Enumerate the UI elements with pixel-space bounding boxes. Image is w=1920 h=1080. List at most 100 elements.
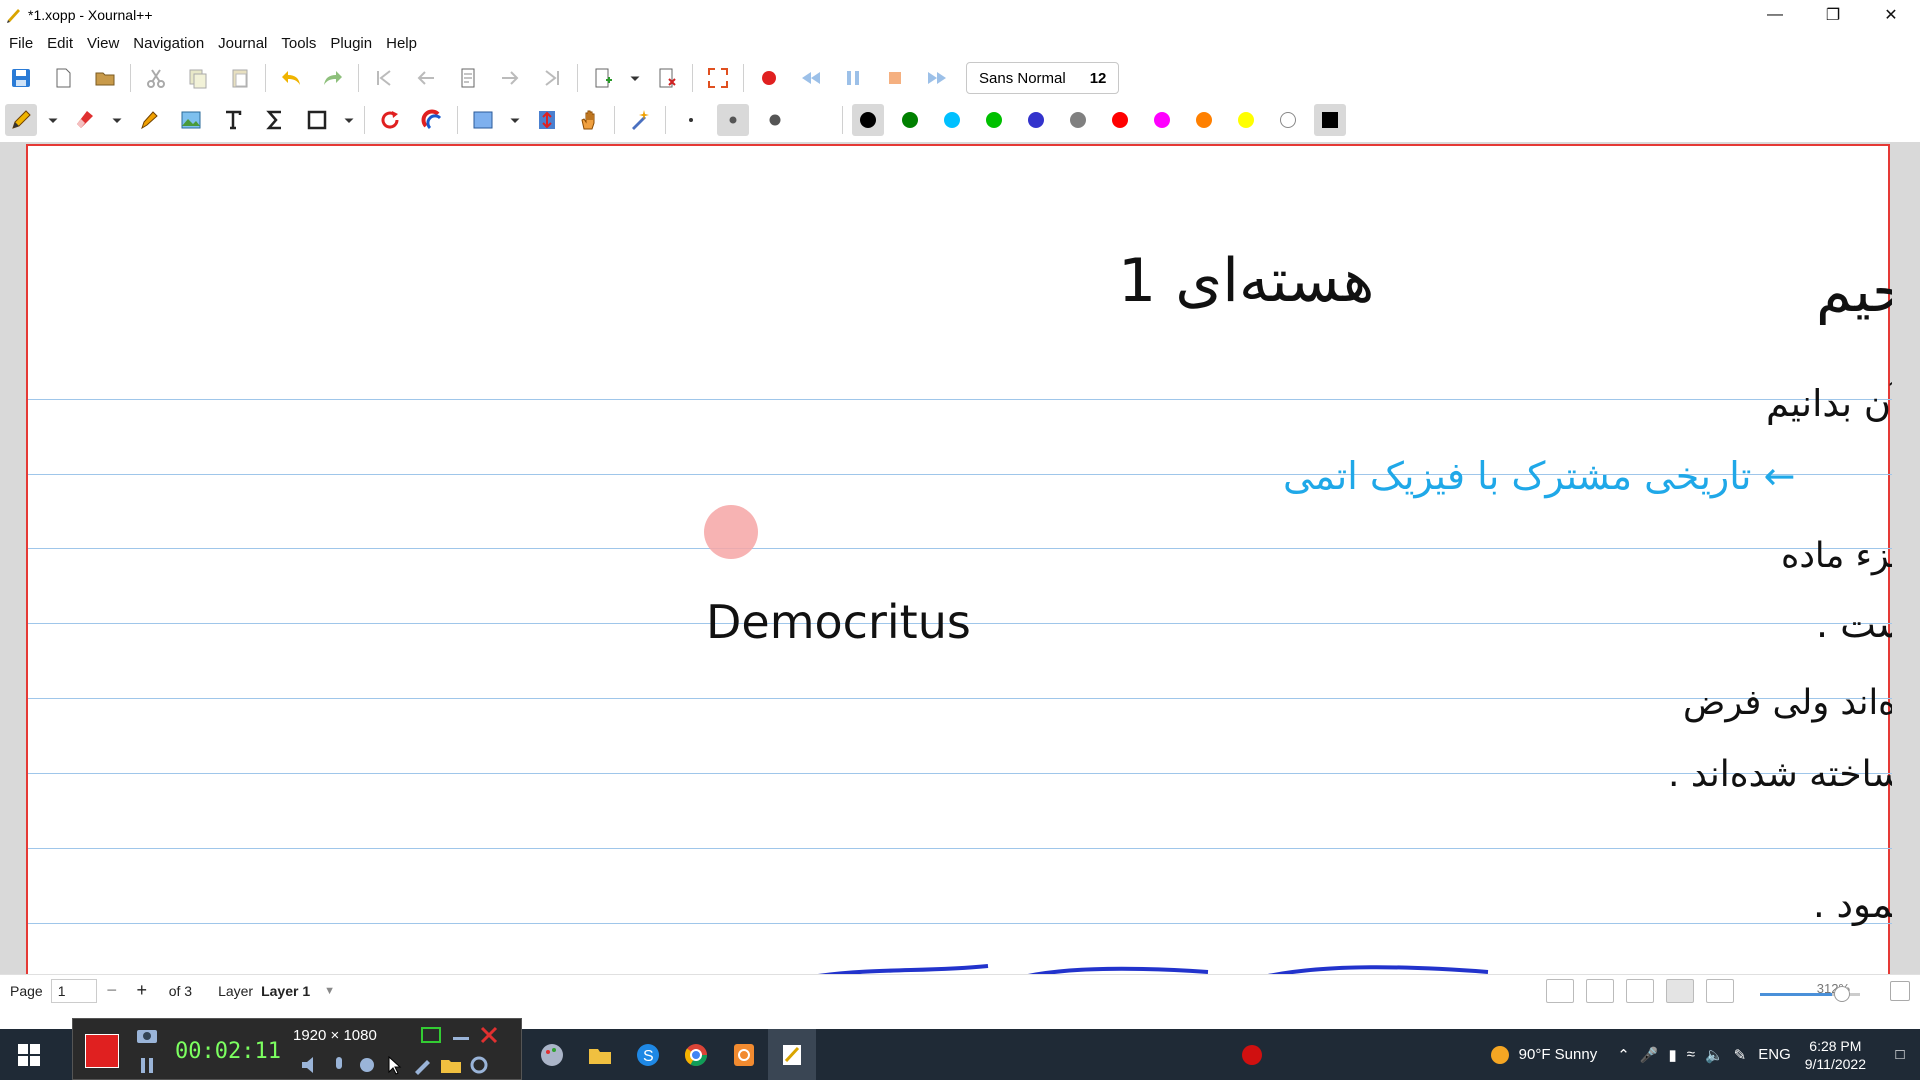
- two-page-view-button[interactable]: [1546, 979, 1574, 1003]
- color-orange-button[interactable]: [1188, 104, 1220, 136]
- color-yellow-button[interactable]: [1230, 104, 1262, 136]
- size-medium-button[interactable]: [717, 104, 749, 136]
- fast-forward-button[interactable]: [921, 62, 953, 94]
- page-increment-button[interactable]: +: [127, 980, 157, 1001]
- pause-icon[interactable]: [135, 1055, 159, 1075]
- mouse-cursor-icon[interactable]: [383, 1055, 407, 1075]
- open-button[interactable]: [89, 62, 121, 94]
- record-stop-button[interactable]: [85, 1034, 119, 1068]
- language-indicator[interactable]: ENG: [1758, 1046, 1791, 1063]
- page-decrement-button[interactable]: −: [97, 980, 127, 1001]
- record-button[interactable]: [753, 62, 785, 94]
- taskbar-xournal[interactable]: [768, 1029, 816, 1080]
- new-document-button[interactable]: [47, 62, 79, 94]
- zoom-out-button[interactable]: [1626, 979, 1654, 1003]
- size-fine-button[interactable]: [675, 104, 707, 136]
- recorder-close-icon[interactable]: [477, 1025, 501, 1045]
- shape-dropdown[interactable]: [340, 104, 358, 136]
- next-page-button[interactable]: [494, 62, 526, 94]
- chevron-up-icon[interactable]: ⌃: [1617, 1046, 1630, 1064]
- highlighter-tool-button[interactable]: [133, 104, 165, 136]
- color-black-button[interactable]: [852, 104, 884, 136]
- menu-tools[interactable]: Tools: [274, 35, 323, 52]
- color-lightblue-button[interactable]: [936, 104, 968, 136]
- webcam-icon[interactable]: [355, 1055, 379, 1075]
- wifi-icon[interactable]: ≈: [1687, 1046, 1695, 1063]
- font-selector[interactable]: Sans Normal 12: [966, 62, 1120, 94]
- color-green-button[interactable]: [894, 104, 926, 136]
- select-dropdown[interactable]: [506, 104, 524, 136]
- insert-page-button[interactable]: [587, 62, 619, 94]
- close-button[interactable]: ✕: [1862, 0, 1920, 30]
- select-rect-button[interactable]: [467, 104, 499, 136]
- color-lightgreen-button[interactable]: [978, 104, 1010, 136]
- magnet-button[interactable]: [416, 104, 448, 136]
- microphone-icon[interactable]: 🎤: [1640, 1046, 1659, 1064]
- shape-recognizer-button[interactable]: [374, 104, 406, 136]
- pen-workspace-icon[interactable]: ✎: [1734, 1046, 1747, 1064]
- latex-tool-button[interactable]: [259, 104, 291, 136]
- pause-button[interactable]: [837, 62, 869, 94]
- page[interactable]: بسم الله الرحمن الرحیم هسته‌ای 1 * برای …: [26, 144, 1892, 974]
- color-blue-button[interactable]: [1020, 104, 1052, 136]
- menu-plugin[interactable]: Plugin: [323, 35, 379, 52]
- taskbar-pdf-app[interactable]: [720, 1029, 768, 1080]
- stop-button[interactable]: [879, 62, 911, 94]
- minimize-button[interactable]: —: [1746, 0, 1804, 30]
- default-tool-button[interactable]: [624, 104, 656, 136]
- brush-icon[interactable]: [411, 1055, 435, 1075]
- cut-button[interactable]: [140, 62, 172, 94]
- vertical-space-button[interactable]: [531, 104, 563, 136]
- color-magenta-button[interactable]: [1146, 104, 1178, 136]
- undo-button[interactable]: [275, 62, 307, 94]
- zoom-fit-button[interactable]: [1666, 979, 1694, 1003]
- save-button[interactable]: [5, 62, 37, 94]
- zoom-in-button[interactable]: [1890, 981, 1910, 1001]
- taskbar-app-1[interactable]: [528, 1029, 576, 1080]
- eraser-dropdown[interactable]: [108, 104, 126, 136]
- goto-page-button[interactable]: [452, 62, 484, 94]
- restore-button[interactable]: ❐: [1804, 0, 1862, 30]
- menu-edit[interactable]: Edit: [40, 35, 80, 52]
- canvas-area[interactable]: بسم الله الرحمن الرحیم هسته‌ای 1 * برای …: [0, 142, 1920, 974]
- layer-selector[interactable]: Layer 1: [261, 983, 310, 999]
- fill-toggle-button[interactable]: [801, 104, 833, 136]
- recorder-minimize-icon[interactable]: [449, 1025, 473, 1045]
- pen-dropdown[interactable]: [44, 104, 62, 136]
- menu-file[interactable]: File: [2, 35, 40, 52]
- taskbar-chrome[interactable]: [672, 1029, 720, 1080]
- color-white-button[interactable]: [1272, 104, 1304, 136]
- settings-gear-icon[interactable]: [467, 1055, 491, 1075]
- taskbar-app-s[interactable]: S: [624, 1029, 672, 1080]
- speaker-icon[interactable]: 🔈: [1705, 1046, 1724, 1064]
- image-tool-button[interactable]: [175, 104, 207, 136]
- shape-tool-button[interactable]: [301, 104, 333, 136]
- copy-button[interactable]: [182, 62, 214, 94]
- region-icon[interactable]: [419, 1025, 443, 1045]
- menu-navigation[interactable]: Navigation: [126, 35, 211, 52]
- insert-page-dropdown[interactable]: [626, 62, 644, 94]
- fullscreen-button[interactable]: [702, 62, 734, 94]
- weather-text[interactable]: 90°F Sunny: [1519, 1046, 1598, 1063]
- microphone-icon[interactable]: [327, 1055, 351, 1075]
- layer-dropdown-icon[interactable]: ▼: [324, 985, 335, 997]
- last-page-button[interactable]: [536, 62, 568, 94]
- menu-view[interactable]: View: [80, 35, 126, 52]
- menu-help[interactable]: Help: [379, 35, 424, 52]
- size-thick-button[interactable]: [759, 104, 791, 136]
- battery-icon[interactable]: ▮: [1668, 1046, 1676, 1064]
- presentation-mode-button[interactable]: [1586, 979, 1614, 1003]
- redo-button[interactable]: [317, 62, 349, 94]
- camera-icon[interactable]: [135, 1025, 159, 1045]
- clock[interactable]: 6:28 PM 9/11/2022: [1805, 1037, 1866, 1073]
- notification-icon[interactable]: □: [1880, 1046, 1920, 1063]
- eraser-tool-button[interactable]: [69, 104, 101, 136]
- rewind-button[interactable]: [795, 62, 827, 94]
- first-page-button[interactable]: [368, 62, 400, 94]
- speaker-icon[interactable]: [299, 1055, 323, 1075]
- paste-button[interactable]: [224, 62, 256, 94]
- pen-tool-button[interactable]: [5, 104, 37, 136]
- color-gray-button[interactable]: [1062, 104, 1094, 136]
- delete-page-button[interactable]: [651, 62, 683, 94]
- custom-color-button[interactable]: [1314, 104, 1346, 136]
